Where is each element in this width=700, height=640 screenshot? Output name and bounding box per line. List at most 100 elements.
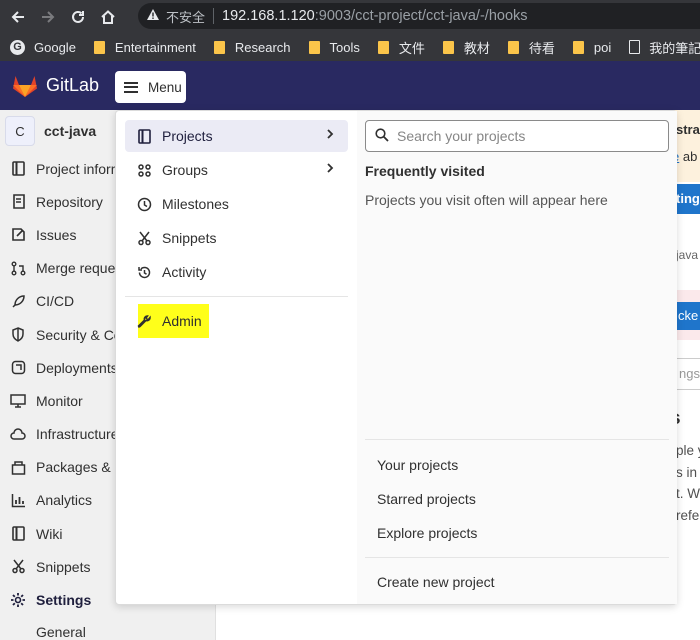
project-icon [136, 128, 152, 144]
chevron-right-icon [326, 162, 334, 177]
bookmark-google[interactable]: G Google [10, 39, 76, 55]
project-search[interactable] [365, 120, 669, 152]
project-path-text: java [676, 248, 699, 262]
alert-title: strat [676, 122, 700, 137]
folder-icon [507, 40, 519, 54]
gitlab-header: GitLab Menu [0, 61, 700, 110]
bookmark-entertainment[interactable]: Entertainment [93, 40, 196, 55]
menu-label: Menu [148, 79, 182, 95]
issues-icon [10, 227, 26, 243]
omnibox-divider [213, 8, 215, 24]
sidebar-item-label: Settings [36, 592, 92, 609]
link-starred-projects[interactable]: Starred projects [377, 491, 476, 507]
panel-divider [365, 557, 669, 558]
panel-divider [365, 439, 669, 440]
menu-item-label: Activity [162, 264, 207, 280]
sidebar-item-label: Snippets [36, 558, 91, 575]
link-create-new-project[interactable]: Create new project [377, 574, 495, 590]
menu-item-label: Snippets [162, 230, 217, 246]
warning-icon [146, 8, 160, 24]
projects-panel: Frequently visited Projects you visit of… [357, 111, 677, 604]
folder-icon [572, 40, 584, 54]
history-icon [136, 264, 152, 280]
reload-icon[interactable] [66, 5, 90, 29]
bookmark-label: Research [234, 39, 291, 55]
bookmark-tools[interactable]: Tools [308, 39, 360, 55]
menu-item-groups[interactable]: Groups [125, 154, 348, 186]
secondary-button[interactable]: cke [676, 302, 700, 330]
search-icon [375, 127, 389, 145]
chart-icon [10, 492, 26, 508]
home-icon[interactable] [96, 5, 120, 29]
bookmark-poi[interactable]: poi [572, 39, 612, 55]
menu-divider [125, 296, 348, 297]
sidebar-item-label: Deployments [36, 359, 118, 376]
search-input[interactable] [397, 128, 657, 144]
url-path: :9003/cct-project/cct-java/-/hooks [314, 8, 528, 24]
main-menu-dropdown: Projects Groups Milestones Snippets Acti… [115, 110, 677, 605]
paragraph-line: refe [676, 508, 700, 523]
bookmark-label: poi [593, 39, 612, 55]
menu-item-label: Groups [162, 162, 208, 178]
bookmark-files[interactable]: 文件 [377, 38, 425, 57]
deployments-icon [10, 360, 26, 376]
url-text[interactable]: 192.168.1.120:9003/cct-project/cct-java/… [222, 8, 528, 24]
bookmark-label: Tools [329, 39, 360, 55]
menu-item-activity[interactable]: Activity [125, 256, 348, 288]
browser-toolbar: 不安全 192.168.1.120:9003/cct-project/cct-j… [0, 0, 700, 33]
sidebar-subitem-general[interactable]: General [0, 617, 215, 640]
bookmark-research[interactable]: Research [213, 39, 291, 55]
shield-icon [10, 327, 26, 343]
hamburger-icon [124, 81, 138, 93]
gear-icon [10, 592, 26, 608]
bookmark-textbooks[interactable]: 教材 [442, 38, 490, 57]
address-bar[interactable]: 不安全 192.168.1.120:9003/cct-project/cct-j… [138, 3, 700, 29]
menu-item-label: Milestones [162, 196, 229, 212]
chevron-right-icon [326, 128, 334, 143]
menu-nav-column: Projects Groups Milestones Snippets Acti… [116, 111, 357, 604]
folder-icon [377, 40, 389, 54]
folder-icon [442, 40, 454, 54]
menu-item-label: Admin [162, 313, 202, 329]
package-icon [10, 459, 26, 475]
bookmark-label: Google [34, 39, 76, 55]
book-icon [10, 526, 26, 542]
forward-arrow-icon[interactable] [36, 5, 60, 29]
menu-item-milestones[interactable]: Milestones [125, 188, 348, 220]
bookmark-label: 待看 [528, 40, 555, 56]
repository-icon [10, 194, 26, 210]
menu-item-admin[interactable]: Admin [125, 305, 348, 337]
back-arrow-icon[interactable] [6, 5, 30, 29]
sidebar-item-label: Monitor [36, 392, 83, 409]
insecure-label: 不安全 [166, 9, 206, 25]
menu-item-projects[interactable]: Projects [125, 120, 348, 152]
link-your-projects[interactable]: Your projects [377, 457, 458, 473]
sidebar-item-label: Repository [36, 193, 103, 210]
sidebar-item-label: Infrastructure [36, 426, 119, 443]
sidebar-item-label: Analytics [36, 492, 93, 509]
paragraph-line: s in [676, 465, 698, 480]
gitlab-brand[interactable]: GitLab [46, 75, 99, 96]
url-host: 192.168.1.120 [222, 8, 315, 24]
merge-request-icon [10, 260, 26, 276]
sidebar-item-label: Issues [36, 226, 77, 243]
gitlab-logo-icon[interactable] [12, 74, 38, 98]
project-name: cct-java [44, 123, 97, 139]
menu-item-snippets[interactable]: Snippets [125, 222, 348, 254]
link-explore-projects[interactable]: Explore projects [377, 525, 477, 541]
groups-icon [136, 162, 152, 178]
bookmark-notes[interactable]: 我的筆記 [629, 38, 700, 57]
bookmark-to-watch[interactable]: 待看 [507, 38, 555, 57]
paragraph-line: ple y [676, 443, 700, 458]
scissors-icon [10, 559, 26, 575]
sidebar-item-label: Wiki [36, 525, 63, 542]
project-icon [10, 161, 26, 177]
folder-icon [308, 40, 320, 54]
menu-button[interactable]: Menu [115, 71, 186, 103]
google-icon: G [10, 39, 25, 55]
bookmark-label: 教材 [463, 40, 490, 56]
sidebar-item-label: CI/CD [36, 293, 75, 310]
folder-icon [213, 40, 225, 54]
bookmarks-bar: G Google Entertainment Research Tools 文件 … [0, 33, 700, 61]
rocket-icon [10, 293, 26, 309]
